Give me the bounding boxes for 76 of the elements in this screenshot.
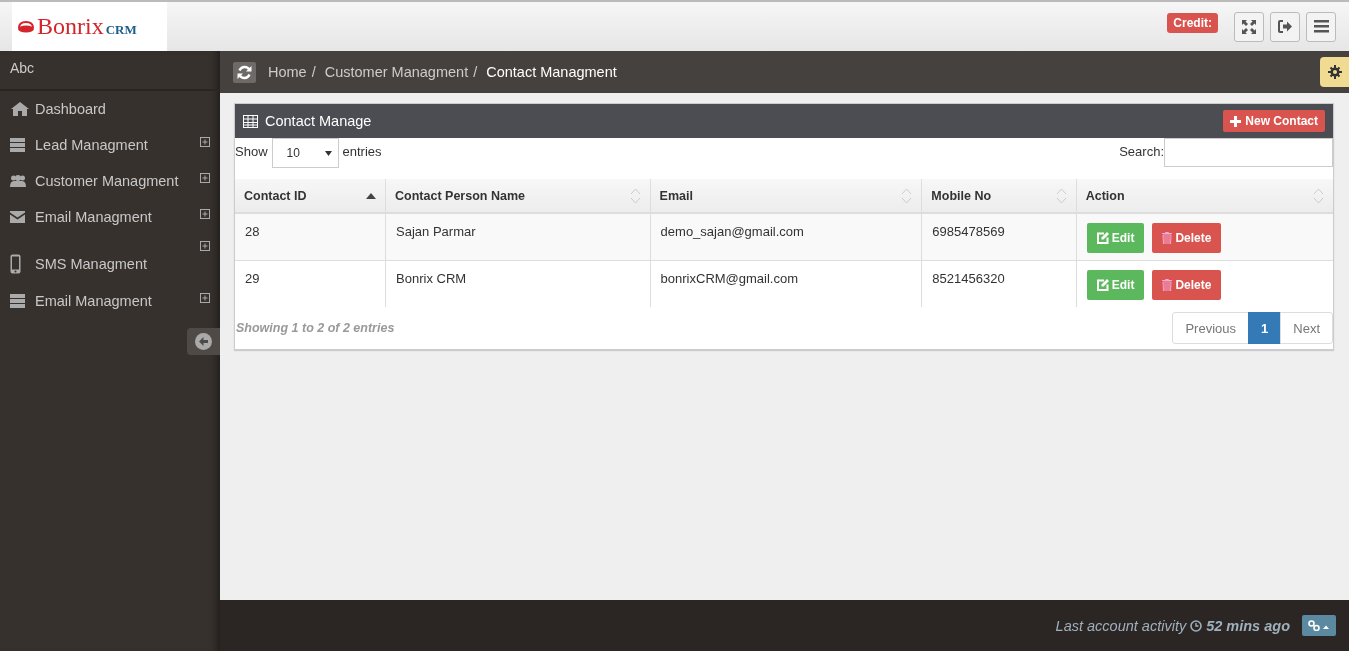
pagination-button[interactable]: Previous <box>1172 312 1250 344</box>
links-toggle-button[interactable] <box>1302 615 1336 636</box>
settings-button[interactable] <box>1320 57 1349 87</box>
entries-label: entries <box>342 143 382 159</box>
users-icon <box>10 174 26 188</box>
refresh-button[interactable] <box>233 61 256 83</box>
search-field[interactable] <box>1164 138 1333 167</box>
delete-button[interactable]: Delete <box>1152 223 1222 253</box>
mobile-phone-icon <box>10 254 21 274</box>
last-activity-time: 52 mins ago <box>1206 617 1290 634</box>
table-cell: Bonrix CRM <box>385 260 651 307</box>
entries-info: Showing 1 to 2 of 2 entries <box>236 321 395 335</box>
server-icon <box>10 294 25 308</box>
sort-ascending-icon <box>366 192 377 199</box>
delete-button[interactable]: Delete <box>1152 269 1222 300</box>
sidebar-item[interactable]: Dashboard <box>0 91 220 127</box>
page-size-select[interactable]: 10 <box>271 138 339 168</box>
pagination-button[interactable]: 1 <box>1248 312 1282 344</box>
expand-arrows-icon <box>1241 18 1257 35</box>
trash-icon <box>1162 232 1173 244</box>
sidebar-item[interactable]: Email Managment <box>0 199 220 235</box>
logout-button[interactable] <box>1270 11 1300 42</box>
link-caret-icon <box>1308 620 1330 631</box>
settings-icon <box>1327 65 1342 79</box>
fullscreen-button[interactable] <box>1234 11 1264 42</box>
plus-icon <box>1230 115 1242 127</box>
column-header[interactable]: Mobile No <box>921 179 1077 213</box>
table-cell: 8521456320 <box>921 260 1077 307</box>
server-icon <box>10 138 25 152</box>
sidebar-item[interactable]: Lead Managment <box>0 127 220 163</box>
edit-icon <box>1096 232 1109 244</box>
menu-icon <box>1313 20 1329 33</box>
left-arrow-circle-icon <box>195 333 212 350</box>
column-header[interactable]: Email <box>650 179 922 213</box>
sidebar-item[interactable]: Email Managment <box>0 283 220 319</box>
breadcrumb-separator: / <box>311 64 316 80</box>
show-label: Show <box>235 143 268 159</box>
table-cell: 29 <box>235 260 386 307</box>
table-cell: 6985478569 <box>921 213 1077 260</box>
refresh-icon <box>237 64 252 80</box>
envelope-icon <box>10 211 25 223</box>
breadcrumb-link[interactable]: Customer Managment <box>324 64 469 80</box>
breadcrumb-separator: / <box>473 64 478 80</box>
sort-icon <box>1055 187 1067 204</box>
breadcrumb-current: Contact Managment <box>486 64 617 80</box>
sidebar-item[interactable]: SMS Managment <box>0 235 220 283</box>
edit-icon <box>1096 278 1109 291</box>
home-icon <box>10 101 30 117</box>
sort-icon <box>629 187 641 204</box>
logo-suffix: CRM <box>105 21 137 38</box>
new-contact-button[interactable]: New Contact <box>1223 110 1325 132</box>
table-icon <box>243 114 258 128</box>
sort-icon <box>1313 187 1324 204</box>
table-cell: bonrixCRM@gmail.com <box>650 260 922 307</box>
column-header[interactable]: Contact Person Name <box>385 179 651 213</box>
last-activity-label: Last account activity <box>1055 617 1187 634</box>
column-header[interactable]: Action <box>1076 179 1333 213</box>
sign-out-icon <box>1277 20 1293 33</box>
logo-text: Bonrix <box>37 13 104 40</box>
table-cell: demo_sajan@gmail.com <box>650 213 922 260</box>
credit-badge: Credit: <box>1167 12 1218 33</box>
menu-button[interactable] <box>1306 11 1336 42</box>
column-header[interactable]: Contact ID <box>235 179 386 213</box>
collapse-sidebar-button[interactable] <box>187 328 220 355</box>
table-cell: 28 <box>235 213 386 260</box>
breadcrumb-link[interactable]: Home <box>268 64 307 80</box>
trash-icon <box>1162 278 1173 291</box>
sort-icon <box>901 187 913 204</box>
dropdown-caret-icon <box>324 150 332 156</box>
headset-icon <box>17 20 35 33</box>
search-label: Search: <box>1119 143 1164 159</box>
pagination-button[interactable]: Next <box>1280 312 1333 344</box>
clock-icon <box>1190 619 1203 632</box>
panel-title: Contact Manage <box>265 113 373 129</box>
table-cell: Sajan Parmar <box>385 213 651 260</box>
sidebar-item[interactable]: Customer Managment <box>0 163 220 199</box>
